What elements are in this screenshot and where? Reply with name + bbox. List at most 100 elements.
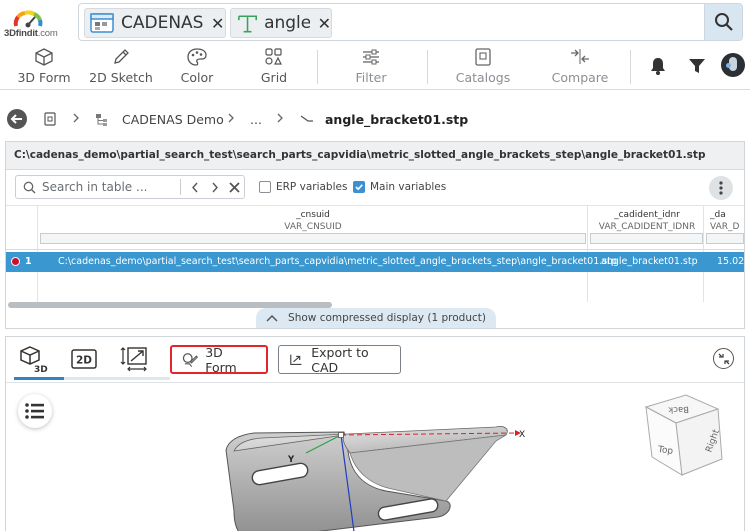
table-header: _cnsuid VAR_CNSUID _cadident_idnr VAR_CA… <box>6 206 744 250</box>
toolbar-filter[interactable]: Filter <box>354 47 388 87</box>
funnel-icon[interactable] <box>687 56 707 76</box>
breadcrumb-item-ellipsis[interactable]: ... <box>250 112 262 127</box>
chevron-left-icon[interactable] <box>191 182 199 193</box>
toolbar-2d-sketch[interactable]: 2D Sketch <box>89 47 153 87</box>
table-search-input[interactable] <box>42 179 174 195</box>
column-header-var: VAR_CADIDENT_IDNR <box>598 222 696 232</box>
part-path: C:\cadenas_demo\partial_search_test\sear… <box>6 142 744 170</box>
grid-shapes-icon <box>265 48 282 65</box>
logo-name: 3Dfindit <box>4 28 38 39</box>
toolbar-label: Catalogs <box>455 70 511 85</box>
3d-form-button[interactable]: 3D Form <box>170 344 268 375</box>
3d-form-button-label: 3D Form <box>205 344 237 375</box>
search-icon <box>23 181 36 194</box>
search-divider <box>180 179 181 195</box>
erp-variables-label: ERP variables <box>276 181 348 193</box>
column-filter[interactable] <box>706 233 744 244</box>
toolbar-label: Filter <box>355 70 387 85</box>
cell-cadident: angle_bracket01.stp <box>601 256 698 267</box>
show-compressed-display-button[interactable]: Show compressed display (1 product) <box>256 308 496 328</box>
toolbar-catalogs[interactable]: Catalogs <box>455 47 511 87</box>
text-t-icon <box>238 15 257 33</box>
tab-3d-label: 3D <box>34 365 48 374</box>
toolbar-divider <box>427 50 428 84</box>
column-header-name[interactable]: _cadident_idnr <box>590 210 704 220</box>
export-icon <box>290 354 302 365</box>
search-chip-catalog[interactable]: CADENAS... ✕ <box>84 8 226 38</box>
compressed-label: Show compressed display (1 product) <box>288 312 486 324</box>
toolbar-label: 3D Form <box>17 70 71 85</box>
export-to-cad-label: Export to CAD <box>311 344 369 375</box>
main-search-box[interactable]: CADENAS... ✕ angle ✕ <box>78 3 743 41</box>
logo-gauge-icon <box>13 10 43 28</box>
checkmark-icon <box>355 184 363 191</box>
column-filter[interactable] <box>590 233 703 244</box>
part-table-panel: C:\cadenas_demo\partial_search_test\sear… <box>5 141 748 329</box>
top-header: 3Dfindit.com CADENAS... ✕ angle ✕ <box>0 0 750 44</box>
back-button[interactable] <box>7 109 27 129</box>
breadcrumb-item-catalog[interactable]: CADENAS Demo <box>122 112 224 127</box>
tab-3d[interactable]: 3D <box>17 343 51 375</box>
cube-icon <box>35 48 53 66</box>
collapse-arrows-icon <box>718 353 729 364</box>
row-status-dot <box>11 257 20 266</box>
cell-date: 15.02. <box>717 256 748 267</box>
toolbar-divider <box>630 50 631 84</box>
chevron-up-icon <box>266 314 278 322</box>
angle-bracket-model[interactable] <box>225 426 508 531</box>
table-search[interactable] <box>15 175 245 199</box>
toolbar-label: Grid <box>260 70 288 85</box>
app-logo[interactable]: 3Dfindit.com <box>4 4 68 40</box>
axis-x-label: X <box>519 430 525 440</box>
chip-catalog-label: CADENAS... <box>121 13 203 33</box>
shapes-search-icon <box>182 352 199 367</box>
toolbar-label: 2D Sketch <box>89 70 153 85</box>
toolbar-label: Color <box>180 70 214 85</box>
chevron-right-icon[interactable] <box>211 182 219 193</box>
table-row[interactable]: 1 C:\cadenas_demo\partial_search_test\se… <box>6 252 748 272</box>
close-icon[interactable]: ✕ <box>318 14 331 33</box>
catalog-root-icon[interactable] <box>43 112 57 126</box>
main-toolbar: 3D Form 2D Sketch Color Grid Filter Cata… <box>0 44 750 90</box>
tab-2d-label: 2D <box>76 355 92 367</box>
erp-variables-checkbox[interactable] <box>259 181 271 193</box>
toolbar-grid[interactable]: Grid <box>259 47 289 87</box>
column-filter[interactable] <box>40 233 586 244</box>
main-variables-label: Main variables <box>370 181 447 193</box>
tab-2d[interactable]: 2D <box>67 343 101 375</box>
more-vertical-icon <box>719 181 723 195</box>
search-icon <box>714 13 733 31</box>
sliders-icon <box>363 49 379 65</box>
chevron-right-icon <box>277 113 283 123</box>
search-button[interactable] <box>704 4 742 40</box>
cube-face-back: Back <box>668 404 689 415</box>
close-icon[interactable]: ✕ <box>211 14 224 33</box>
toolbar-compare[interactable]: Compare <box>552 47 608 87</box>
tab-indicator <box>14 377 170 380</box>
collapse-viewer-button[interactable] <box>713 348 734 369</box>
view-cube[interactable]: Back Top Right <box>644 394 723 476</box>
bell-icon[interactable] <box>648 56 668 76</box>
chip-text-label: angle <box>264 13 310 33</box>
export-to-cad-button[interactable]: Export to CAD <box>278 344 401 375</box>
toolbar-color[interactable]: Color <box>180 47 214 87</box>
2d-view-icon: 2D <box>71 349 97 369</box>
logo-suffix: .com <box>37 28 58 39</box>
table-options-button[interactable] <box>709 176 733 200</box>
table-filter-row: ERP variables Main variables <box>6 170 744 206</box>
user-avatar-icon[interactable] <box>721 53 745 77</box>
arrow-left-icon <box>10 114 22 124</box>
3d-scene[interactable]: X Y Z Back Top Right <box>6 383 744 531</box>
tab-dimensions[interactable] <box>117 343 151 375</box>
toolbar-3d-form[interactable]: 3D Form <box>17 47 71 87</box>
palette-icon <box>187 48 207 66</box>
search-chip-text[interactable]: angle ✕ <box>230 8 332 38</box>
main-variables-checkbox[interactable] <box>353 181 365 193</box>
resize-dimension-icon <box>120 347 147 372</box>
column-header-name[interactable]: _da <box>710 210 726 220</box>
viewer-panel: 3D 2D 3D Form Export to CAD X Y Back Top… <box>5 336 745 531</box>
clear-icon[interactable] <box>229 182 240 193</box>
column-header-name[interactable]: _cnsuid <box>38 210 588 220</box>
toolbar-divider <box>317 50 318 84</box>
viewer-tabs: 3D 2D 3D Form Export to CAD <box>6 337 744 383</box>
